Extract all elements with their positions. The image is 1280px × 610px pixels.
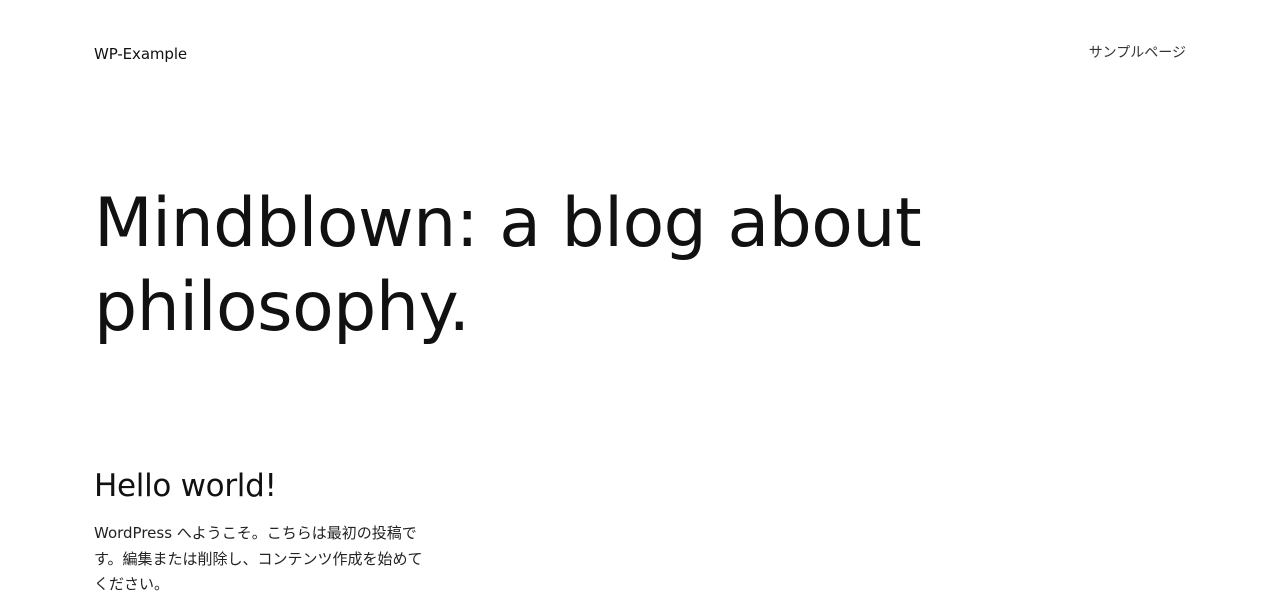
site-header: WP-Example サンプルページ	[94, 40, 1186, 68]
primary-nav: サンプルページ	[1089, 40, 1186, 66]
site-title-link[interactable]: WP-Example	[94, 40, 187, 68]
page: WP-Example サンプルページ Mindblown: a blog abo…	[0, 0, 1280, 610]
post-title: Hello world!	[94, 466, 444, 506]
post-title-link[interactable]: Hello world!	[94, 468, 277, 504]
post-excerpt: WordPress へようこそ。こちらは最初の投稿です。編集または削除し、コンテ…	[94, 524, 423, 593]
post-card: Hello world! WordPress へようこそ。こちらは最初の投稿です…	[94, 466, 444, 598]
hero-title: Mindblown: a blog about philosophy.	[94, 184, 922, 347]
nav-item-sample-page[interactable]: サンプルページ	[1089, 45, 1186, 61]
